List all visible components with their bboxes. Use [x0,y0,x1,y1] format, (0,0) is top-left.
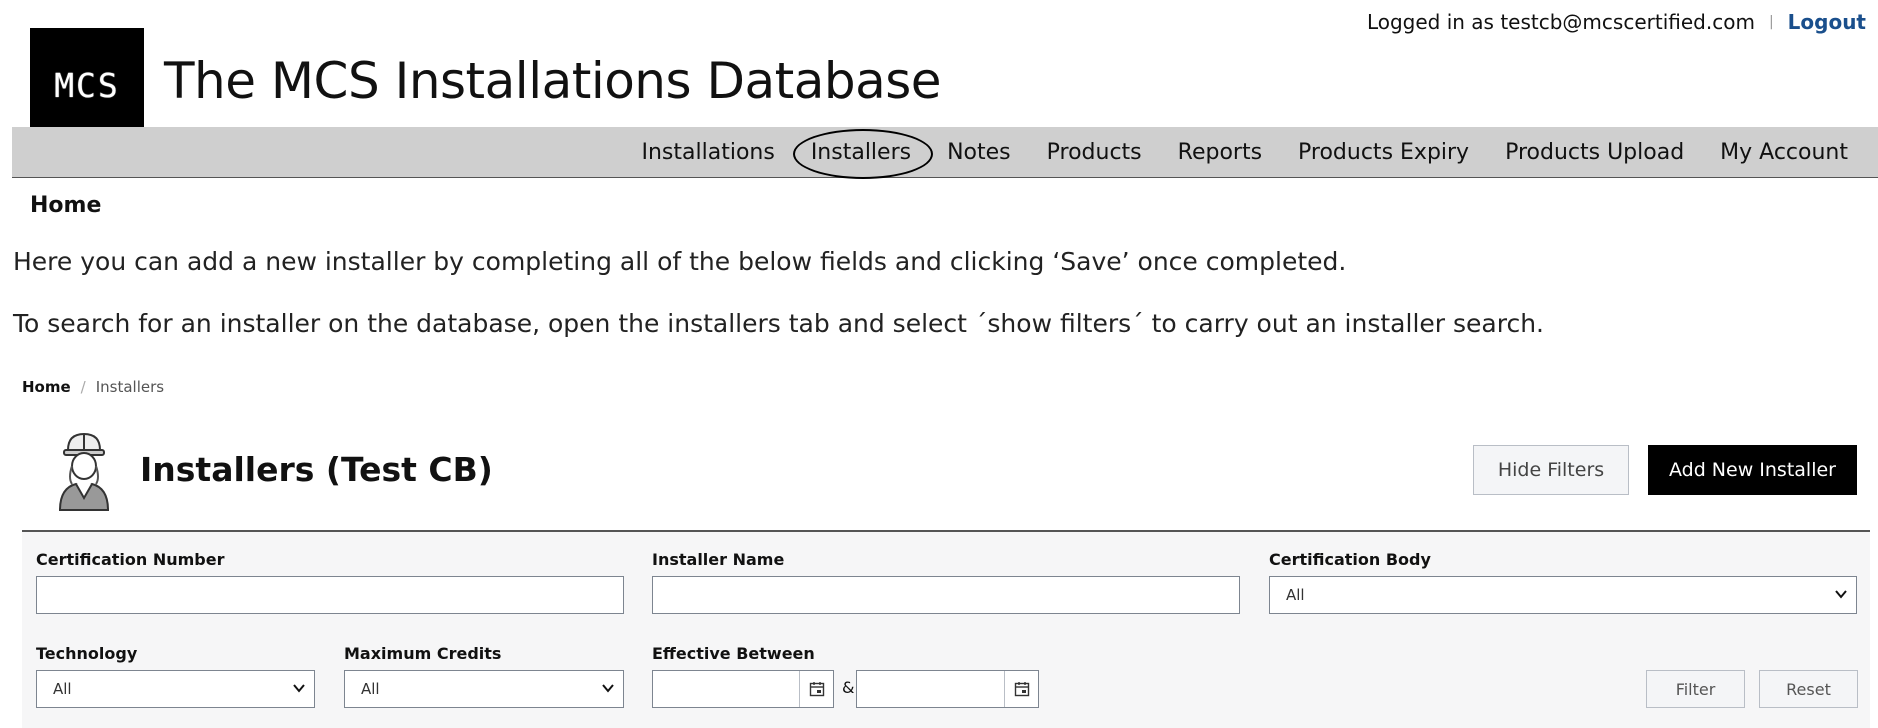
intro-text-search: To search for an installer on the databa… [13,309,1544,338]
chevron-down-icon [1835,590,1847,599]
breadcrumb-current: Installers [95,378,165,396]
logo-text: MCS [54,65,120,105]
nav-item-reports[interactable]: Reports [1160,140,1280,165]
filters-panel: Certification Number Installer Name Cert… [22,532,1870,728]
mcs-logo[interactable]: MCS [30,28,144,142]
effective-from-input[interactable] [652,670,834,708]
effective-to-input[interactable] [856,670,1039,708]
certification-body-select[interactable]: All [1269,576,1857,614]
breadcrumb-separator: / [80,378,86,396]
installer-name-input[interactable] [652,576,1240,614]
page-title: Installers (Test CB) [140,450,493,489]
installer-hardhat-icon [58,432,110,511]
maximum-credits-select[interactable]: All [344,670,624,708]
date-range-joiner: & [842,678,855,697]
breadcrumb: Home / Installers [22,378,164,396]
calendar-icon[interactable] [1004,671,1038,707]
intro-text-add: Here you can add a new installer by comp… [13,247,1347,276]
user-area: Logged in as testcb@mcscertified.com | L… [1367,10,1866,34]
nav-item-my-account[interactable]: My Account [1702,140,1866,165]
main-nav: Installations Installers Notes Products … [12,127,1878,179]
nav-item-installers[interactable]: Installers [792,129,934,179]
certification-body-value: All [1286,586,1305,604]
certification-number-label: Certification Number [36,550,225,569]
nav-item-installations[interactable]: Installations [624,140,793,165]
certification-number-input[interactable] [36,576,624,614]
certification-body-label: Certification Body [1269,550,1431,569]
nav-item-notes[interactable]: Notes [929,140,1029,165]
calendar-icon[interactable] [799,671,833,707]
nav-item-products[interactable]: Products [1029,140,1160,165]
reset-button[interactable]: Reset [1759,670,1858,708]
technology-label: Technology [36,644,138,663]
effective-between-label: Effective Between [652,644,815,663]
nav-item-products-expiry[interactable]: Products Expiry [1280,140,1487,165]
installer-name-label: Installer Name [652,550,785,569]
maximum-credits-label: Maximum Credits [344,644,502,663]
technology-select[interactable]: All [36,670,315,708]
site-title: The MCS Installations Database [164,52,942,110]
nav-item-products-upload[interactable]: Products Upload [1487,140,1702,165]
filter-button[interactable]: Filter [1646,670,1745,708]
breadcrumb-home[interactable]: Home [22,378,71,396]
user-separator: | [1768,14,1774,30]
technology-value: All [53,680,72,698]
maximum-credits-value: All [361,680,380,698]
logout-link[interactable]: Logout [1788,10,1866,34]
home-link[interactable]: Home [30,193,101,218]
chevron-down-icon [602,684,614,693]
chevron-down-icon [293,684,305,693]
add-new-installer-button[interactable]: Add New Installer [1648,445,1857,495]
logged-in-label: Logged in as testcb@mcscertified.com [1366,10,1755,34]
hide-filters-button[interactable]: Hide Filters [1473,445,1629,495]
